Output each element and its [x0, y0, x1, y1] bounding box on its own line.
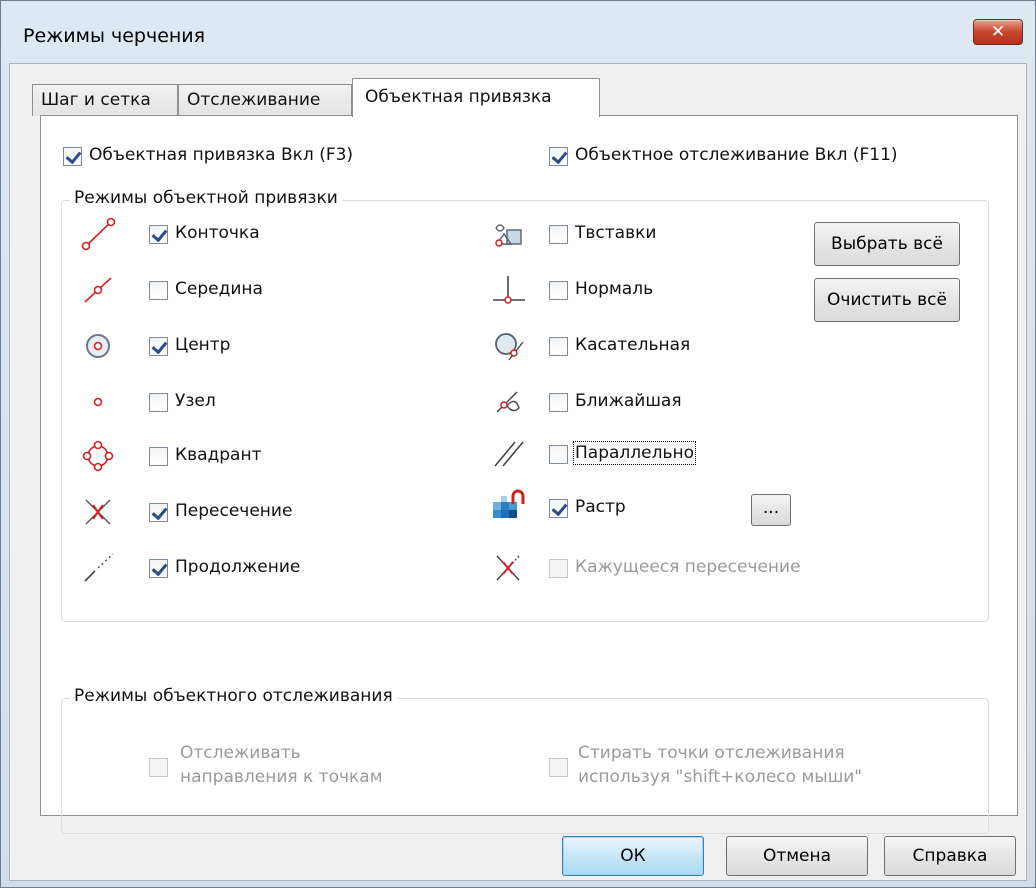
otrack-modes-title: Режимы объектного отслеживания: [70, 686, 397, 706]
tangent-label[interactable]: Касательная: [575, 335, 690, 355]
intersection-icon: [85, 499, 111, 525]
erase-points-line2: используя "shift+колесо мыши": [578, 767, 863, 787]
raster-settings-button[interactable]: ...: [751, 494, 791, 526]
quadrant-icon: [82, 440, 114, 472]
dialog-body: Шаг и сетка Отслеживание Объектная привя…: [9, 63, 1027, 881]
insertion-label[interactable]: Твставки: [575, 223, 656, 243]
perpendicular-label[interactable]: Нормаль: [575, 279, 653, 299]
tab-snap-grid[interactable]: Шаг и сетка: [32, 84, 178, 116]
title-bar[interactable]: Режимы черчения ✕: [1, 1, 1035, 63]
ok-button[interactable]: ОК: [562, 836, 704, 876]
endpoint-checkbox[interactable]: [149, 225, 168, 244]
midpoint-icon: [84, 277, 112, 303]
window-title: Режимы черчения: [23, 25, 206, 47]
extension-checkbox[interactable]: [149, 559, 168, 578]
erase-points-checkbox[interactable]: [549, 758, 568, 777]
erase-points-line1: Стирать точки отслеживания: [578, 743, 845, 763]
center-icon: [86, 334, 110, 358]
apparent-intersection-icon: [496, 555, 520, 581]
extension-icon: [84, 553, 114, 582]
track-directions-checkbox[interactable]: [149, 758, 168, 777]
parallel-label[interactable]: Параллельно: [573, 441, 696, 465]
tab-object-snap[interactable]: Объектная привязка: [352, 78, 600, 117]
midpoint-label[interactable]: Середина: [175, 279, 263, 299]
clear-all-button[interactable]: Очистить всё: [814, 278, 960, 322]
intersection-label[interactable]: Пересечение: [175, 501, 292, 521]
drafting-settings-dialog: Режимы черчения ✕ Шаг и сетка Отслеживан…: [0, 0, 1036, 888]
tangent-icon: [495, 333, 524, 361]
center-label[interactable]: Центр: [175, 335, 230, 355]
nearest-checkbox[interactable]: [549, 393, 568, 412]
cancel-button[interactable]: Отмена: [726, 836, 868, 876]
quadrant-label[interactable]: Квадрант: [175, 445, 262, 465]
erase-points-label[interactable]: Стирать точки отслеживания используя "sh…: [578, 741, 862, 789]
nearest-icon: [496, 391, 520, 413]
insertion-checkbox[interactable]: [549, 225, 568, 244]
apparent-intersection-checkbox[interactable]: [549, 559, 568, 578]
object-snap-panel: Объектная привязка Вкл (F3) Объектное от…: [40, 115, 1018, 834]
perpendicular-checkbox[interactable]: [549, 281, 568, 300]
otrack-on-checkbox[interactable]: [549, 147, 568, 166]
track-directions-label[interactable]: Отслеживать направления к точкам: [180, 741, 383, 789]
close-button[interactable]: ✕: [973, 19, 1023, 45]
select-all-button[interactable]: Выбрать всё: [814, 222, 960, 266]
osnap-modes-title: Режимы объектной привязки: [70, 188, 342, 208]
extension-label[interactable]: Продолжение: [175, 557, 300, 577]
parallel-checkbox[interactable]: [549, 445, 568, 464]
quadrant-checkbox[interactable]: [149, 447, 168, 466]
raster-checkbox[interactable]: [549, 499, 568, 518]
raster-icon: [493, 489, 525, 518]
nearest-label[interactable]: Ближайшая: [575, 391, 682, 411]
osnap-on-checkbox[interactable]: [63, 147, 82, 166]
otrack-on-label[interactable]: Объектное отслеживание Вкл (F11): [575, 145, 898, 165]
node-label[interactable]: Узел: [175, 391, 216, 411]
raster-label[interactable]: Растр: [575, 497, 626, 517]
endpoint-label[interactable]: Конточка: [175, 223, 260, 243]
parallel-icon: [494, 441, 524, 467]
apparent-intersection-label[interactable]: Кажущееся пересечение: [575, 557, 801, 577]
track-directions-line1: Отслеживать: [180, 743, 301, 763]
node-icon: [93, 397, 103, 407]
insertion-icon: [495, 224, 522, 247]
osnap-on-label[interactable]: Объектная привязка Вкл (F3): [89, 145, 353, 165]
midpoint-checkbox[interactable]: [149, 281, 168, 300]
track-directions-line2: направления к точкам: [180, 767, 383, 787]
help-button[interactable]: Справка: [884, 836, 1016, 876]
intersection-checkbox[interactable]: [149, 503, 168, 522]
endpoint-icon: [81, 217, 116, 251]
tangent-checkbox[interactable]: [549, 337, 568, 356]
node-checkbox[interactable]: [149, 393, 168, 412]
perpendicular-icon: [493, 276, 525, 304]
tab-polar-tracking[interactable]: Отслеживание: [178, 84, 352, 116]
center-checkbox[interactable]: [149, 337, 168, 356]
